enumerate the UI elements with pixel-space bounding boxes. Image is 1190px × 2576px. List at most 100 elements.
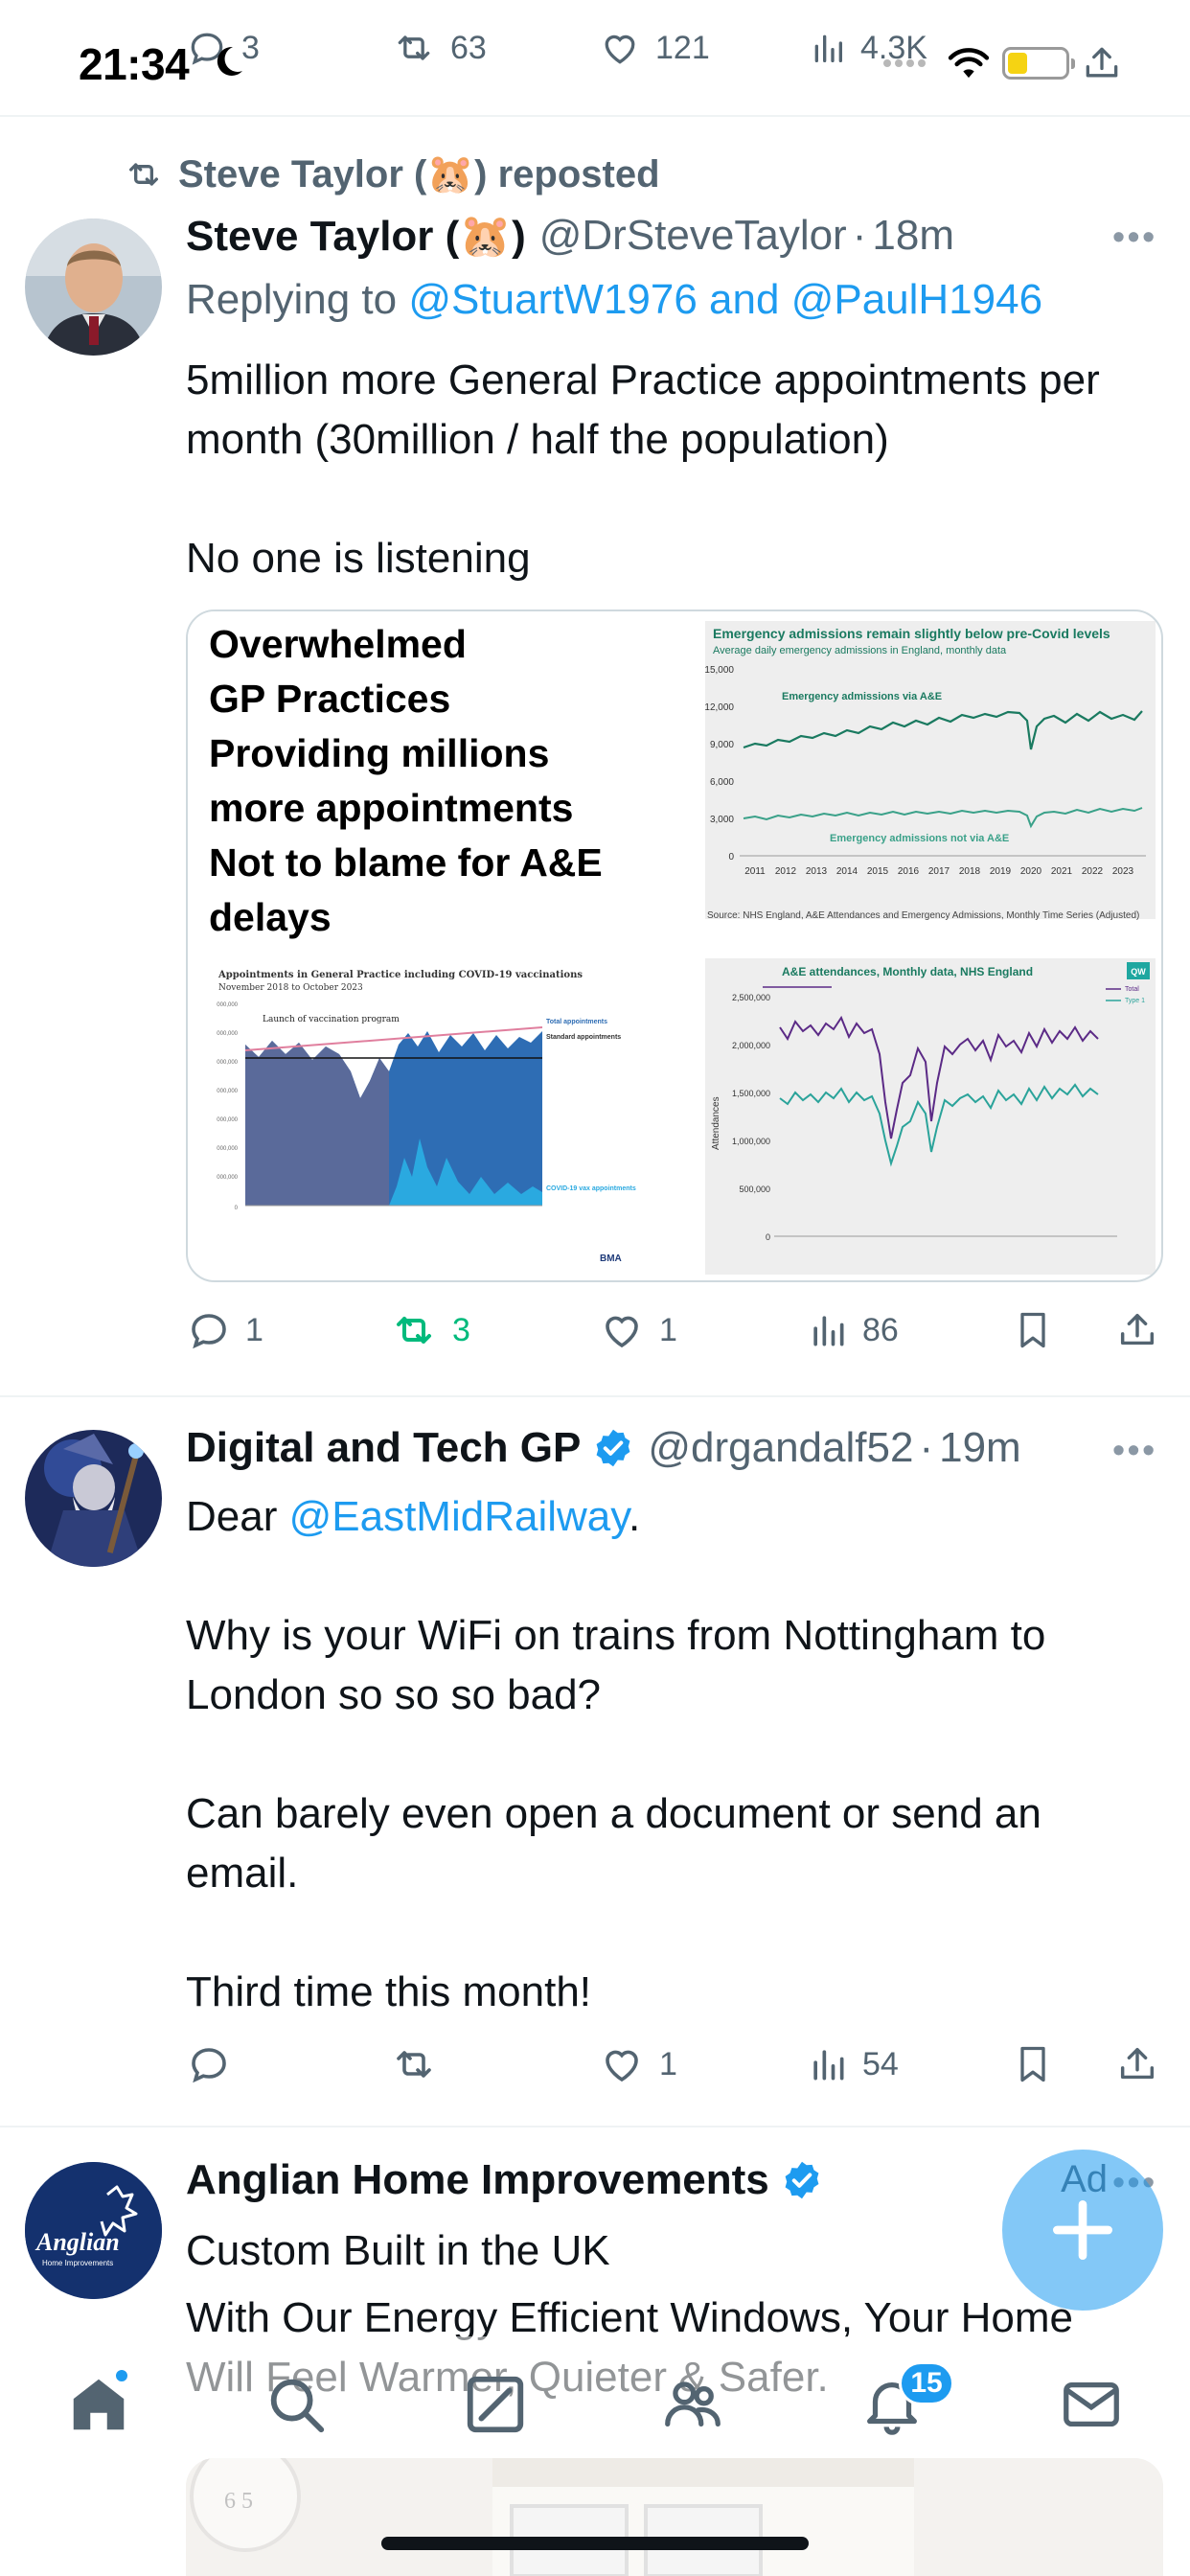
svg-text:10,000,000: 10,000,000 bbox=[217, 1146, 239, 1152]
timestamp[interactable]: 19m bbox=[939, 1424, 1021, 1472]
media-headline-line: Overwhelmed bbox=[209, 622, 467, 666]
nav-grok[interactable] bbox=[462, 2371, 529, 2438]
svg-text:0: 0 bbox=[235, 1206, 239, 1211]
reply-mentions-link[interactable]: @StuartW1976 and @PaulH1946 bbox=[408, 276, 1042, 323]
svg-text:1,500,000: 1,500,000 bbox=[732, 1089, 770, 1098]
communities-icon bbox=[665, 2381, 721, 2427]
repost-count: 3 bbox=[452, 1311, 470, 1348]
compose-button[interactable] bbox=[1002, 2150, 1163, 2311]
display-name[interactable]: Anglian Home Improvements bbox=[186, 2156, 769, 2204]
display-name[interactable]: Digital and Tech GP bbox=[186, 1424, 581, 1472]
svg-text:2,500,000: 2,500,000 bbox=[732, 993, 770, 1002]
nav-home[interactable] bbox=[65, 2367, 132, 2438]
more-options-icon[interactable]: ••• bbox=[1112, 217, 1157, 257]
media-headline-line: Providing millions bbox=[209, 731, 550, 775]
views-button[interactable]: 86 bbox=[807, 1301, 899, 1359]
svg-text:2019: 2019 bbox=[990, 866, 1012, 877]
svg-text:2022: 2022 bbox=[1082, 866, 1104, 877]
reply-button[interactable] bbox=[186, 2036, 232, 2093]
svg-text:1,000,000: 1,000,000 bbox=[732, 1137, 770, 1146]
svg-text:0: 0 bbox=[728, 852, 734, 862]
retweet-context[interactable]: Steve Taylor (🐹) reposted bbox=[123, 151, 660, 196]
repost-button[interactable]: 3 bbox=[389, 1301, 470, 1359]
home-indicator[interactable] bbox=[381, 2537, 809, 2550]
share-icon bbox=[1120, 2047, 1155, 2080]
tweet[interactable]: Steve Taylor (🐹) reposted Steve Taylor (… bbox=[0, 117, 1190, 1395]
nav-messages[interactable] bbox=[1058, 2371, 1125, 2438]
legend-entry: COVID-19 vax appointments bbox=[546, 1185, 636, 1192]
share-button[interactable] bbox=[1115, 1301, 1159, 1359]
bookmark-icon bbox=[1020, 1312, 1045, 1348]
reply-icon bbox=[192, 2048, 226, 2083]
notification-badge: 15 bbox=[899, 2361, 954, 2405]
tweet-actions: 1 54 bbox=[186, 2036, 1161, 2093]
reply-button[interactable]: 1 bbox=[186, 1301, 263, 1359]
bookmark-button[interactable] bbox=[1012, 2036, 1054, 2093]
tweet-text-paragraph: Third time this month! bbox=[186, 1968, 592, 2015]
svg-text:2015: 2015 bbox=[867, 866, 889, 877]
repost-icon bbox=[129, 162, 158, 186]
status-bar: 21:34 bbox=[0, 0, 1190, 125]
reply-count: 1 bbox=[245, 1311, 263, 1348]
svg-text:2011: 2011 bbox=[744, 866, 766, 877]
svg-text:25,000,000: 25,000,000 bbox=[217, 1060, 239, 1066]
tweet-text-paragraph: No one is listening bbox=[186, 535, 531, 582]
avatar[interactable] bbox=[25, 218, 162, 356]
timestamp[interactable]: 18m bbox=[872, 212, 954, 260]
share-icon[interactable] bbox=[1081, 42, 1123, 84]
advertiser-logo[interactable]: Anglian Home Improvements bbox=[25, 2162, 162, 2299]
bookmark-button[interactable] bbox=[1012, 1301, 1054, 1359]
gp-appointments-chart: Appointments in General Practice includi… bbox=[217, 966, 638, 1273]
chart-title: Appointments in General Practice includi… bbox=[217, 970, 583, 980]
like-button[interactable]: 1 bbox=[598, 2036, 677, 2093]
avatar[interactable] bbox=[25, 1430, 162, 1567]
svg-text:0: 0 bbox=[766, 1232, 770, 1242]
separator-dot: · bbox=[852, 212, 867, 259]
share-button[interactable] bbox=[1115, 2036, 1159, 2093]
handle[interactable]: @DrSteveTaylor bbox=[539, 212, 847, 260]
chart-title: Emergency admissions remain slightly bel… bbox=[713, 626, 1110, 641]
media-headline-panel: Overwhelmed GP Practices Providing milli… bbox=[188, 611, 676, 948]
status-indicators bbox=[883, 42, 1123, 84]
nav-search[interactable] bbox=[263, 2371, 330, 2438]
battery-icon bbox=[1002, 47, 1075, 80]
avatar-wizard-art bbox=[25, 1430, 162, 1567]
chart-annotation: Launch of vaccination program bbox=[263, 1015, 400, 1024]
logo-subtext: Home Improvements bbox=[42, 2259, 113, 2267]
heart-icon bbox=[606, 2050, 638, 2082]
more-options-icon[interactable]: ••• bbox=[1112, 1430, 1157, 1470]
view-count: 54 bbox=[862, 2045, 899, 2082]
handle[interactable]: @drgandalf52 bbox=[648, 1424, 913, 1472]
legend-entry: Total appointments bbox=[546, 1019, 607, 1025]
nav-communities[interactable] bbox=[659, 2371, 726, 2438]
tweet-media[interactable]: Overwhelmed GP Practices Providing milli… bbox=[186, 610, 1163, 1282]
like-count: 1 bbox=[659, 2045, 677, 2082]
chart-subtitle: Average daily emergency admissions in En… bbox=[713, 645, 1007, 656]
tweet[interactable]: Digital and Tech GP @drgandalf52 · 19m •… bbox=[0, 1397, 1190, 2126]
display-name[interactable]: Steve Taylor (🐹) bbox=[186, 211, 526, 261]
tweet-text-paragraph: Can barely even open a document or send … bbox=[186, 1790, 1041, 1897]
greeting-end: . bbox=[628, 1493, 641, 1540]
grok-icon bbox=[467, 2376, 524, 2433]
wifi-icon bbox=[948, 48, 990, 79]
chart-title: A&E attendances, Monthly data, NHS Engla… bbox=[782, 965, 1033, 978]
media-headline-line: Not to blame for A&E bbox=[209, 840, 603, 885]
media-headline-line: GP Practices bbox=[209, 677, 451, 721]
svg-text:5,000,000: 5,000,000 bbox=[217, 1175, 239, 1181]
repost-icon bbox=[397, 1317, 431, 1344]
legend-entry: Standard appointments bbox=[546, 1034, 621, 1041]
plus-icon bbox=[1053, 2200, 1112, 2260]
svg-text:12,000: 12,000 bbox=[705, 702, 734, 713]
tweet-header: Anglian Home Improvements bbox=[186, 2156, 1152, 2204]
mail-icon bbox=[1064, 2381, 1119, 2427]
repost-button[interactable] bbox=[389, 2036, 439, 2093]
like-button[interactable]: 1 bbox=[598, 1301, 677, 1359]
mention-link[interactable]: @EastMidRailway bbox=[289, 1493, 629, 1540]
svg-text:6,000: 6,000 bbox=[710, 777, 734, 788]
verified-badge-icon bbox=[596, 1429, 630, 1467]
verified-badge-icon bbox=[785, 2161, 819, 2199]
views-button[interactable]: 54 bbox=[807, 2036, 899, 2093]
svg-text:2021: 2021 bbox=[1051, 866, 1073, 877]
tweet-text: Dear @EastMidRailway. Why is your WiFi o… bbox=[186, 1487, 1152, 2022]
tweet-text-paragraph: 5million more General Practice appointme… bbox=[186, 356, 1100, 463]
